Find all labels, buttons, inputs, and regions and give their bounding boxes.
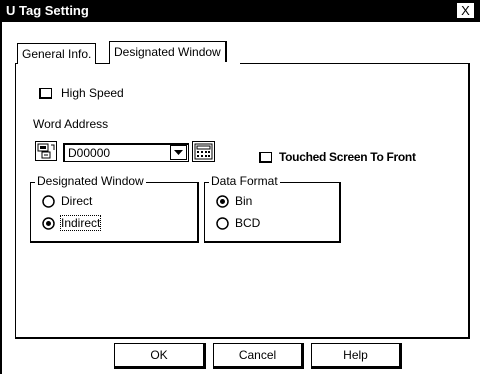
- high-speed-checkbox[interactable]: [39, 88, 52, 99]
- active-tab-join: [110, 62, 240, 64]
- touched-screen-checkbox[interactable]: [259, 152, 272, 163]
- radio-direct-label: Direct: [61, 194, 93, 208]
- tab-general-info-label: General Info.: [22, 47, 92, 61]
- word-address-label: Word Address: [33, 117, 109, 131]
- chevron-down-icon: [174, 150, 183, 155]
- tab-designated-window-label: Designated Window: [114, 45, 221, 59]
- close-button[interactable]: X: [457, 3, 474, 18]
- radio-bin-label: Bin: [235, 194, 253, 208]
- address-input-icon[interactable]: [35, 141, 57, 161]
- word-address-dropdown[interactable]: [170, 145, 187, 160]
- radio-bcd-label: BCD: [235, 216, 261, 230]
- help-button[interactable]: Help: [311, 343, 402, 369]
- radio-indirect-label: Indirect: [59, 215, 102, 231]
- keypad-button[interactable]: [192, 141, 215, 162]
- touched-screen-label: Touched Screen To Front: [279, 150, 416, 164]
- keypad-icon: [194, 143, 213, 160]
- data-format-group: [204, 182, 341, 243]
- tab-designated-window[interactable]: Designated Window: [109, 41, 227, 64]
- cancel-button[interactable]: Cancel: [213, 343, 304, 369]
- radio-indirect[interactable]: [42, 217, 55, 230]
- tab-general-info[interactable]: General Info.: [17, 43, 97, 64]
- close-icon: X: [461, 3, 470, 18]
- high-speed-label: High Speed: [61, 86, 124, 100]
- data-format-legend: Data Format: [209, 174, 280, 188]
- designated-window-group: [30, 182, 199, 243]
- radio-bcd[interactable]: [216, 217, 229, 230]
- keypad-entry-icon: [37, 143, 55, 159]
- radio-bin[interactable]: [216, 195, 229, 208]
- ok-button[interactable]: OK: [114, 343, 206, 369]
- radio-direct[interactable]: [42, 195, 55, 208]
- window-title: U Tag Setting: [6, 3, 89, 18]
- designated-window-legend: Designated Window: [35, 174, 146, 188]
